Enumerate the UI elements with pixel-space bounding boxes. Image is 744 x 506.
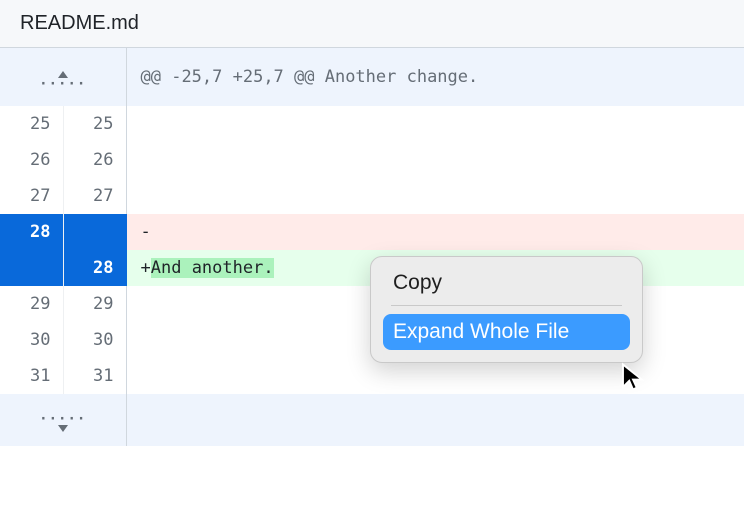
expand-up-icon: ····· [39, 70, 86, 86]
line-number-old[interactable]: 26 [0, 142, 63, 178]
menu-copy[interactable]: Copy [383, 265, 630, 301]
context-menu: Copy Expand Whole File [370, 256, 643, 363]
line-number-old[interactable]: 25 [0, 106, 63, 142]
diff-table: ····· @@ -25,7 +25,7 @@ Another change. … [0, 48, 744, 446]
menu-expand-whole-file[interactable]: Expand Whole File [383, 314, 630, 350]
line-number-new[interactable]: 27 [63, 178, 126, 214]
line-number-new[interactable]: 28 [63, 250, 126, 286]
diff-line: 26 26 [0, 142, 744, 178]
line-number-old[interactable]: 29 [0, 286, 63, 322]
file-header: README.md [0, 0, 744, 48]
line-number-old[interactable]: 27 [0, 178, 63, 214]
line-number-new[interactable] [63, 214, 126, 250]
diff-line: 25 25 [0, 106, 744, 142]
expand-down-cell[interactable]: ····· [0, 394, 126, 446]
expand-down-row: ····· [0, 394, 744, 446]
expand-down-spacer [126, 394, 744, 446]
diff-line: 27 27 [0, 178, 744, 214]
expand-up-cell[interactable]: ····· [0, 48, 126, 106]
code-cell [126, 358, 744, 394]
line-number-old[interactable] [0, 250, 63, 286]
line-number-new[interactable]: 31 [63, 358, 126, 394]
diff-line: 31 31 [0, 358, 744, 394]
diff-marker: - [141, 222, 151, 242]
line-number-new[interactable]: 30 [63, 322, 126, 358]
line-number-old[interactable]: 31 [0, 358, 63, 394]
menu-separator [391, 305, 622, 306]
diff-marker: + [141, 258, 151, 278]
line-number-old[interactable]: 28 [0, 214, 63, 250]
hunk-header-text: @@ -25,7 +25,7 @@ Another change. [126, 48, 744, 106]
code-cell [126, 106, 744, 142]
hunk-header-row: ····· @@ -25,7 +25,7 @@ Another change. [0, 48, 744, 106]
code-cell: - [126, 214, 744, 250]
file-name: README.md [20, 12, 139, 35]
line-number-old[interactable]: 30 [0, 322, 63, 358]
line-number-new[interactable]: 29 [63, 286, 126, 322]
expand-down-icon: ····· [39, 417, 86, 433]
line-number-new[interactable]: 26 [63, 142, 126, 178]
code-cell [126, 178, 744, 214]
diff-line-deleted: 28 - [0, 214, 744, 250]
code-text: And another. [151, 258, 274, 278]
line-number-new[interactable]: 25 [63, 106, 126, 142]
code-cell [126, 142, 744, 178]
